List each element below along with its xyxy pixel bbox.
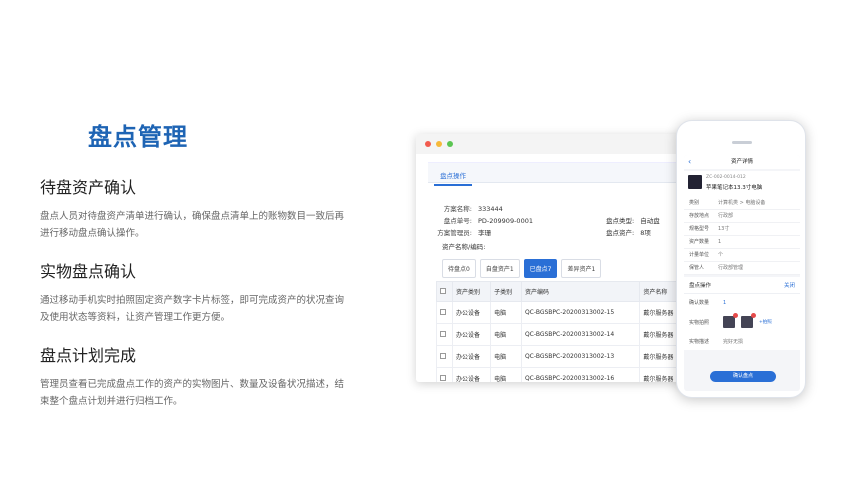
order-no-field: 盘点单号: PD-209909-0001 [443,217,533,225]
tab-counted[interactable]: 已盘点7 [523,259,558,278]
row-checkbox[interactable] [440,374,446,381]
phone-screen: ‹ 资产详情 ZC-002-0014-012 苹果笔记本13.3寸电脑 类别 计算… [684,155,800,391]
type-field: 盘点类型: 自动盘 [606,217,660,225]
qty-input[interactable]: 1 [723,300,726,306]
table-row[interactable]: 办公设备 电脑 QC-BGSBPC-20200313002-13 戴尔服务器 [436,345,684,368]
table-row[interactable]: 办公设备 电脑 QC-BGSBPC-20200313002-15 戴尔服务器 [436,301,684,324]
col-category: 资产类别 [451,281,492,302]
ops-header: 盘点操作 关闭 [684,277,800,294]
window-content: 盘点操作 方案名称: 333444 盘点单号: PD-209909-0001 方案管… [428,162,684,382]
plan-name-field: 方案名称: 333444 [443,205,503,213]
asset-code: ZC-002-0014-012 [706,175,746,180]
row-checkbox[interactable] [440,352,446,359]
prop-row: 存放地点 行政部 [684,210,800,223]
manager-field: 方案管理员: 李珊 [437,229,491,237]
table-header-row: 资产类别 子类别 资产编码 资产名称 [436,281,684,302]
feature-plan-complete: 盘点计划完成 管理员查看已完成盘点工作的资产的实物图片、数量及设备状况描述，结束… [40,342,350,410]
search-label: 资产名称/编码: [442,243,486,251]
photo-thumbnail[interactable] [741,313,756,328]
confirm-qty-row: 确认数量 1 [684,294,800,311]
row-checkbox[interactable] [440,330,446,337]
close-dot-icon[interactable] [425,141,431,147]
feature-desc: 管理员查看已完成盘点工作的资产的实物图片、数量及设备状况描述，结束整个盘点计划并… [40,379,345,407]
maximize-dot-icon[interactable] [447,141,453,147]
table-row[interactable]: 办公设备 电脑 QC-BGSBPC-20200313002-16 戴尔服务器 [436,367,684,382]
minimize-dot-icon[interactable] [436,141,442,147]
assets-count-field: 盘点资产: 8项 [606,229,651,237]
prop-row: 类别 计算机类 > 电脑设备 [684,197,800,210]
tab-strip: 盘点操作 [428,163,684,186]
tab-discrepancy[interactable]: 差异资产1 [561,259,602,278]
row-checkbox[interactable] [440,308,446,315]
prop-row: 资产数量 1 [684,236,800,249]
feature-title: 盘点计划完成 [40,346,137,365]
ops-close-button[interactable]: 关闭 [784,281,795,289]
prop-row: 规格型号 13寸 [684,223,800,236]
desc-input[interactable]: 完好无损 [723,338,743,345]
back-arrow-icon[interactable]: ‹ [688,155,691,169]
tab-self-counted[interactable]: 自盘资产1 [479,259,520,278]
col-subcategory: 子类别 [490,281,522,302]
feature-desc: 盘点人员对待盘资产清单进行确认，确保盘点清单上的账物数目一致后再进行移动盘点确认… [40,211,345,239]
browser-window: 盘点操作 方案名称: 333444 盘点单号: PD-209909-0001 方案管… [416,134,684,382]
asset-card: ZC-002-0014-012 苹果笔记本13.3寸电脑 [684,171,800,197]
prop-row: 保管人 行政部管理 [684,262,800,275]
window-titlebar [416,134,684,154]
feature-title: 实物盘点确认 [40,262,137,281]
phone-title: 资产详情 [730,159,753,165]
add-photo-button[interactable]: +拍照 [759,319,772,325]
laptop-thumbnail [688,175,702,189]
feature-physical-check: 实物盘点确认 通过移动手机实时拍照固定资产数字卡片标签，即可完成资产的状况查询及… [40,258,350,326]
phone-mockup: ‹ 资产详情 ZC-002-0014-012 苹果笔记本13.3寸电脑 类别 计算… [676,120,806,398]
prop-row: 计量单位个 [684,249,800,262]
tab-pending[interactable]: 待盘点0 [442,259,476,278]
col-code: 资产编码 [520,281,641,302]
photo-thumbnail[interactable] [723,313,738,328]
feature-title: 待盘资产确认 [40,178,137,197]
status-tabs: 待盘点0 自盘资产1 已盘点7 差异资产1 [442,259,602,278]
feature-desc: 通过移动手机实时拍照固定资产数字卡片标签，即可完成资产的状况查询及使用状态等资料… [40,295,345,323]
page-title: 盘点管理 [88,123,188,151]
feature-asset-confirm: 待盘资产确认 盘点人员对待盘资产清单进行确认，确保盘点清单上的账物数目一致后再进… [40,174,350,242]
photo-row: 实物拍照 +拍照 [684,311,800,333]
asset-name: 苹果笔记本13.3寸电脑 [706,185,763,191]
phone-speaker [732,141,752,144]
asset-table: 资产类别 子类别 资产编码 资产名称 办公设备 电脑 QC-BGSBPC-202… [436,281,684,382]
confirm-inventory-button[interactable]: 确认盘点 [710,371,776,382]
tab-inventory-operation[interactable]: 盘点操作 [434,164,472,186]
select-all-checkbox[interactable] [440,287,446,294]
phone-header: ‹ 资产详情 [684,155,800,169]
table-row[interactable]: 办公设备 电脑 QC-BGSBPC-20200313002-14 戴尔服务器 [436,323,684,346]
desc-row: 实物描述 完好无损 [684,333,800,350]
